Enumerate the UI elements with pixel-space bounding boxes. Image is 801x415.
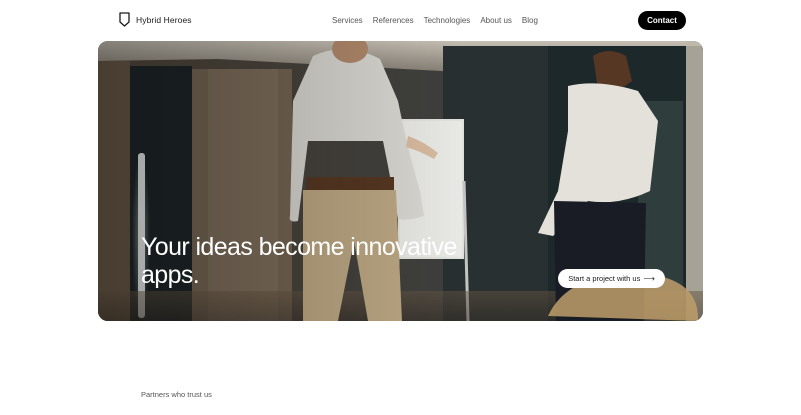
brand-name: Hybrid Heroes xyxy=(136,14,192,25)
arrow-right-icon: ⟶ xyxy=(643,273,655,283)
nav-item-references[interactable]: References xyxy=(373,15,414,26)
start-project-button[interactable]: Start a project with us ⟶ xyxy=(558,269,665,288)
nav-item-services[interactable]: Services xyxy=(332,15,363,26)
nav-item-technologies[interactable]: Technologies xyxy=(424,15,471,26)
logo-link[interactable]: Hybrid Heroes xyxy=(119,12,192,27)
nav-item-about-us[interactable]: About us xyxy=(480,15,512,26)
nav-item-blog[interactable]: Blog xyxy=(522,15,538,26)
partners-label: Partners who trust us xyxy=(141,390,212,399)
start-project-label: Start a project with us xyxy=(568,274,641,283)
contact-button[interactable]: Contact xyxy=(638,11,686,30)
main-nav: Services References Technologies About u… xyxy=(332,15,538,26)
site-header: Hybrid Heroes Services References Techno… xyxy=(0,0,801,40)
shield-outline-icon xyxy=(119,12,130,27)
hero-section: Your ideas become innovative apps. Start… xyxy=(98,41,703,321)
hero-title: Your ideas become innovative apps. xyxy=(141,233,457,289)
